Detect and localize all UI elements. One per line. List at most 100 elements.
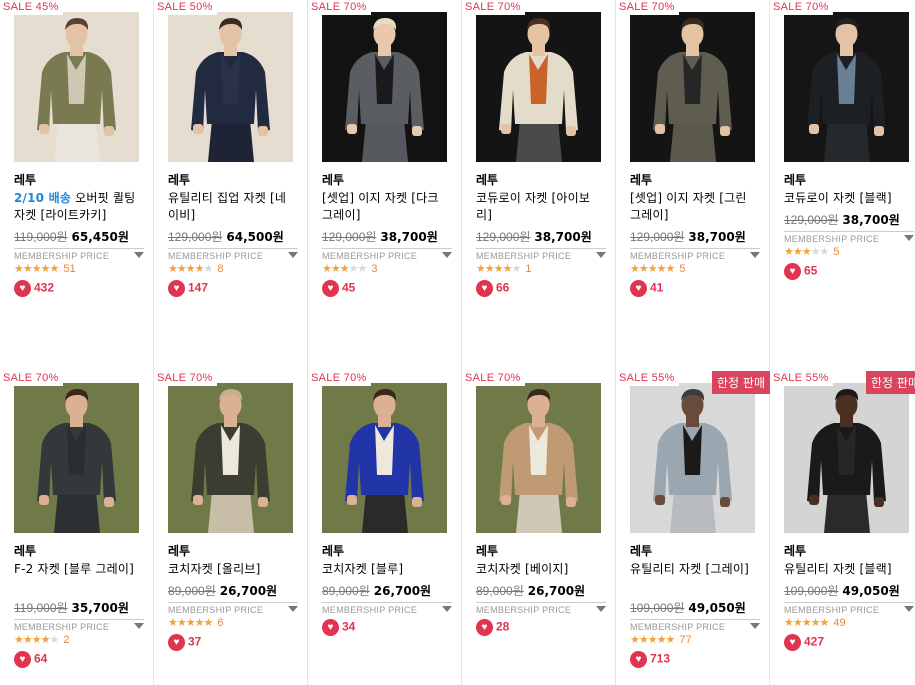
product-name[interactable]: 코치자켓 [베이지] <box>476 561 601 578</box>
membership-price-label: MEMBERSHIP PRICE <box>322 251 418 261</box>
like-button[interactable]: ♥ 66 <box>476 280 509 297</box>
like-button[interactable]: ♥ 147 <box>168 280 208 297</box>
membership-price-toggle[interactable]: MEMBERSHIP PRICE <box>476 248 606 261</box>
brand-name[interactable]: 레투 <box>476 542 498 559</box>
product-name[interactable]: [셋업] 이지 자켓 [다크 그레이] <box>322 190 447 224</box>
product-name-text: 코치자켓 [블루] <box>322 562 404 576</box>
product-name[interactable]: 2/10 배송 오버핏 퀼팅 자켓 [라이트카키] <box>14 190 139 224</box>
product-name-text: F-2 자켓 [블루 그레이] <box>14 562 134 576</box>
sale-price: 38,700원 <box>380 230 438 244</box>
like-button[interactable]: ♥ 432 <box>14 280 54 297</box>
like-button[interactable]: ♥ 427 <box>784 634 824 651</box>
rating-star-icon: ★ <box>40 262 51 275</box>
brand-name[interactable]: 레투 <box>322 171 344 188</box>
like-button[interactable]: ♥ 41 <box>630 280 663 297</box>
like-button[interactable]: ♥ 45 <box>322 280 355 297</box>
sale-price: 38,700원 <box>842 213 900 227</box>
product-name[interactable]: 유틸리티 집업 자켓 [네이비] <box>168 190 293 224</box>
product-card[interactable]: SALE 70% 레투 코치자켓 [베이지] 89,000원 26,700원 MEMBER… <box>462 371 616 685</box>
rating-star-icon: ★ <box>31 633 42 646</box>
product-image[interactable] <box>630 383 755 533</box>
price-row: 109,000원 49,050원 <box>784 582 900 599</box>
heart-icon: ♥ <box>630 651 647 668</box>
product-image[interactable] <box>322 383 447 533</box>
product-name[interactable]: 유틸리티 자켓 [블랙] <box>784 561 909 578</box>
product-image[interactable] <box>476 12 601 162</box>
product-card[interactable]: SALE 70% 레투 F-2 자켓 [블루 그레이] 119,000원 35,700원… <box>0 371 154 685</box>
product-card[interactable]: SALE 70% 레투 코듀로이 자켓 [아이보리] 129,000원 38,700원 M… <box>462 0 616 342</box>
brand-name[interactable]: 레투 <box>168 171 190 188</box>
product-image[interactable] <box>14 12 139 162</box>
brand-name[interactable]: 레투 <box>784 542 806 559</box>
membership-price-toggle[interactable]: MEMBERSHIP PRICE <box>168 602 298 615</box>
review-count: 3 <box>371 263 378 275</box>
rating-star-icon: ★ <box>176 262 187 275</box>
original-price: 89,000원 <box>476 584 524 598</box>
like-button[interactable]: ♥ 28 <box>476 619 509 636</box>
brand-name[interactable]: 레투 <box>476 171 498 188</box>
rating: ★★★★★ 49 <box>784 616 846 629</box>
brand-name[interactable]: 레투 <box>630 542 652 559</box>
original-price: 89,000원 <box>322 584 370 598</box>
product-name[interactable]: F-2 자켓 [블루 그레이] <box>14 561 139 578</box>
product-image[interactable] <box>14 383 139 533</box>
brand-name[interactable]: 레투 <box>630 171 652 188</box>
product-image[interactable] <box>630 12 755 162</box>
brand-name[interactable]: 레투 <box>168 542 190 559</box>
rating-star-icon: ★ <box>14 633 24 646</box>
product-name-text: [셋업] 이지 자켓 [그린 그레이] <box>630 191 747 222</box>
membership-price-toggle[interactable]: MEMBERSHIP PRICE <box>14 248 144 261</box>
rating-star-icon: ★ <box>819 245 830 258</box>
membership-price-toggle[interactable]: MEMBERSHIP PRICE <box>476 602 606 615</box>
like-button[interactable]: ♥ 37 <box>168 634 201 651</box>
membership-price-toggle[interactable]: MEMBERSHIP PRICE <box>14 619 144 632</box>
product-card[interactable]: SALE 70% 레투 코듀로이 자켓 [블랙] 129,000원 38,700원 MEM… <box>770 0 915 342</box>
product-name[interactable]: 코치자켓 [올리브] <box>168 561 293 578</box>
product-card[interactable]: SALE 70% 레투 [셋업] 이지 자켓 [그린 그레이] 129,000원 38,… <box>616 0 770 342</box>
product-name[interactable]: 코듀로이 자켓 [블랙] <box>784 190 909 207</box>
product-name[interactable]: 유틸리티 자켓 [그레이] <box>630 561 755 578</box>
original-price: 109,000원 <box>784 584 839 598</box>
product-name[interactable]: 코듀로이 자켓 [아이보리] <box>476 190 601 224</box>
price-row: 89,000원 26,700원 <box>168 582 277 599</box>
membership-price-toggle[interactable]: MEMBERSHIP PRICE <box>630 619 760 632</box>
product-image[interactable] <box>168 383 293 533</box>
membership-price-label: MEMBERSHIP PRICE <box>476 605 572 615</box>
membership-price-toggle[interactable]: MEMBERSHIP PRICE <box>784 602 914 615</box>
product-card[interactable]: SALE 70% 레투 [셋업] 이지 자켓 [다크 그레이] 129,000원 38,… <box>308 0 462 342</box>
product-card[interactable]: SALE 50% 레투 유틸리티 집업 자켓 [네이비] 129,000원 64,500… <box>154 0 308 342</box>
rating: ★★★★★ 5 <box>630 262 686 275</box>
membership-price-toggle[interactable]: MEMBERSHIP PRICE <box>784 231 914 244</box>
like-count: 427 <box>804 634 825 649</box>
brand-name[interactable]: 레투 <box>14 171 36 188</box>
product-card[interactable]: SALE 45% 레투 2/10 배송 오버핏 퀼팅 자켓 [라이트카키] 119,0… <box>0 0 154 342</box>
rating: ★★★★★ 1 <box>476 262 532 275</box>
brand-name[interactable]: 레투 <box>14 542 36 559</box>
product-card[interactable]: SALE 70% 레투 코치자켓 [올리브] 89,000원 26,700원 MEMBER… <box>154 371 308 685</box>
product-card[interactable]: SALE 55% 한정 판매 레투 유틸리티 자켓 [블랙] 109,000원 49,05… <box>770 371 915 685</box>
brand-name[interactable]: 레투 <box>784 171 806 188</box>
rating-star-icon: ★ <box>665 262 676 275</box>
product-image[interactable] <box>322 12 447 162</box>
membership-price-toggle[interactable]: MEMBERSHIP PRICE <box>322 248 452 261</box>
product-card[interactable]: SALE 70% 레투 코치자켓 [블루] 89,000원 26,700원 MEMBERS… <box>308 371 462 685</box>
rating-star-icon: ★ <box>348 262 359 275</box>
product-image[interactable] <box>168 12 293 162</box>
product-name[interactable]: [셋업] 이지 자켓 [그린 그레이] <box>630 190 755 224</box>
like-button[interactable]: ♥ 64 <box>14 651 47 668</box>
rating-star-icon: ★ <box>630 633 640 646</box>
membership-price-toggle[interactable]: MEMBERSHIP PRICE <box>630 248 760 261</box>
price-row: 129,000원 64,500원 <box>168 228 284 245</box>
like-button[interactable]: ♥ 34 <box>322 619 355 636</box>
product-image[interactable] <box>784 383 909 533</box>
rating: ★★★★★ 77 <box>630 633 692 646</box>
like-button[interactable]: ♥ 713 <box>630 651 670 668</box>
product-name[interactable]: 코치자켓 [블루] <box>322 561 447 578</box>
brand-name[interactable]: 레투 <box>322 542 344 559</box>
product-image[interactable] <box>784 12 909 162</box>
membership-price-toggle[interactable]: MEMBERSHIP PRICE <box>168 248 298 261</box>
product-image[interactable] <box>476 383 601 533</box>
membership-price-toggle[interactable]: MEMBERSHIP PRICE <box>322 602 452 615</box>
like-button[interactable]: ♥ 65 <box>784 263 817 280</box>
product-card[interactable]: SALE 55% 한정 판매 레투 유틸리티 자켓 [그레이] 109,000원 49,0… <box>616 371 770 685</box>
